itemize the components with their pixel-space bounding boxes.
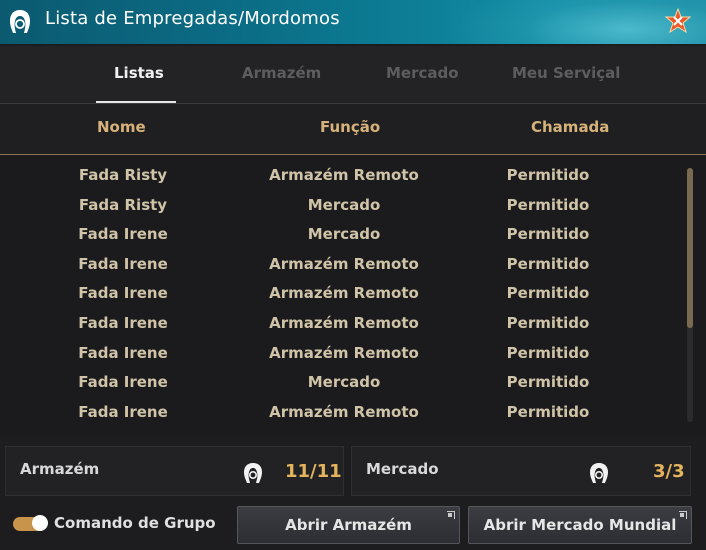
column-header-call[interactable]: Chamada xyxy=(531,118,609,136)
open-world-market-button[interactable]: Abrir Mercado Mundial xyxy=(468,506,692,544)
maid-list-window: Lista de Empregadas/Mordomos Listas Arma… xyxy=(0,0,706,550)
market-summary-label: Mercado xyxy=(366,460,439,478)
window-title: Lista de Empregadas/Mordomos xyxy=(45,8,340,29)
list-item[interactable]: Fada Irene Armazém Remoto Permitido xyxy=(0,397,680,427)
title-bar[interactable]: Lista de Empregadas/Mordomos xyxy=(0,0,706,44)
maid-call-status: Permitido xyxy=(506,166,590,184)
maid-function: Armazém Remoto xyxy=(269,166,419,184)
list-item[interactable]: Fada Irene Armazém Remoto Permitido xyxy=(0,278,680,308)
tab-bar: Listas Armazém Mercado Meu Serviçal xyxy=(0,46,706,104)
maid-call-status: Permitido xyxy=(506,284,590,302)
open-warehouse-button[interactable]: Abrir Armazém xyxy=(237,506,460,544)
maid-icon xyxy=(590,463,608,483)
market-count: 3/3 xyxy=(653,461,685,482)
list-item[interactable]: Fada Irene Armazém Remoto Permitido xyxy=(0,249,680,279)
maid-function: Armazém Remoto xyxy=(269,403,419,421)
open-world-market-label: Abrir Mercado Mundial xyxy=(483,516,677,534)
warehouse-summary-label: Armazém xyxy=(20,460,100,478)
maid-function: Armazém Remoto xyxy=(269,314,419,332)
maid-function: Mercado xyxy=(307,225,381,243)
list-scrollbar-thumb[interactable] xyxy=(687,168,693,328)
tab-my-servant[interactable]: Meu Serviçal xyxy=(512,64,620,82)
tab-warehouse[interactable]: Armazém xyxy=(242,64,321,82)
maid-icon xyxy=(244,463,262,483)
list-item[interactable]: Fada Risty Armazém Remoto Permitido xyxy=(0,160,680,190)
maid-function: Armazém Remoto xyxy=(269,255,419,273)
close-icon[interactable] xyxy=(664,7,692,35)
maid-function: Mercado xyxy=(307,196,381,214)
group-command-label: Comando de Grupo xyxy=(54,514,216,532)
tab-lists[interactable]: Listas xyxy=(114,64,164,82)
maid-icon xyxy=(10,10,30,33)
popout-icon xyxy=(679,511,687,519)
list-item[interactable]: Fada Irene Armazém Remoto Permitido xyxy=(0,308,680,338)
maid-name: Fada Irene xyxy=(78,225,168,243)
maid-list: Fada Risty Armazém Remoto Permitido Fada… xyxy=(0,156,706,436)
market-summary: Mercado 3/3 xyxy=(351,446,691,496)
open-warehouse-label: Abrir Armazém xyxy=(285,516,412,534)
tab-market[interactable]: Mercado xyxy=(386,64,459,82)
column-header-name[interactable]: Nome xyxy=(97,118,146,136)
warehouse-count: 11/11 xyxy=(285,461,342,482)
maid-name: Fada Risty xyxy=(78,196,168,214)
maid-call-status: Permitido xyxy=(506,314,590,332)
maid-name: Fada Irene xyxy=(78,284,168,302)
group-command-toggle-knob[interactable] xyxy=(32,515,48,531)
list-item[interactable]: Fada Risty Mercado Permitido xyxy=(0,190,680,220)
list-item[interactable]: Fada Irene Mercado Permitido xyxy=(0,219,680,249)
maid-call-status: Permitido xyxy=(506,196,590,214)
maid-name: Fada Irene xyxy=(78,403,168,421)
maid-call-status: Permitido xyxy=(506,344,590,362)
maid-call-status: Permitido xyxy=(506,403,590,421)
maid-name: Fada Irene xyxy=(78,373,168,391)
column-header-function[interactable]: Função xyxy=(320,118,380,136)
maid-call-status: Permitido xyxy=(506,255,590,273)
maid-function: Armazém Remoto xyxy=(269,284,419,302)
maid-name: Fada Irene xyxy=(78,344,168,362)
maid-function: Armazém Remoto xyxy=(269,344,419,362)
maid-function: Mercado xyxy=(307,373,381,391)
list-item[interactable]: Fada Irene Mercado Permitido xyxy=(0,367,680,397)
maid-name: Fada Risty xyxy=(78,166,168,184)
maid-name: Fada Irene xyxy=(78,314,168,332)
list-item[interactable]: Fada Irene Armazém Remoto Permitido xyxy=(0,338,680,368)
column-headers: Nome Função Chamada xyxy=(0,104,706,155)
maid-name: Fada Irene xyxy=(78,255,168,273)
maid-call-status: Permitido xyxy=(506,225,590,243)
warehouse-summary: Armazém 11/11 xyxy=(5,446,344,496)
maid-call-status: Permitido xyxy=(506,373,590,391)
popout-icon xyxy=(447,511,455,519)
